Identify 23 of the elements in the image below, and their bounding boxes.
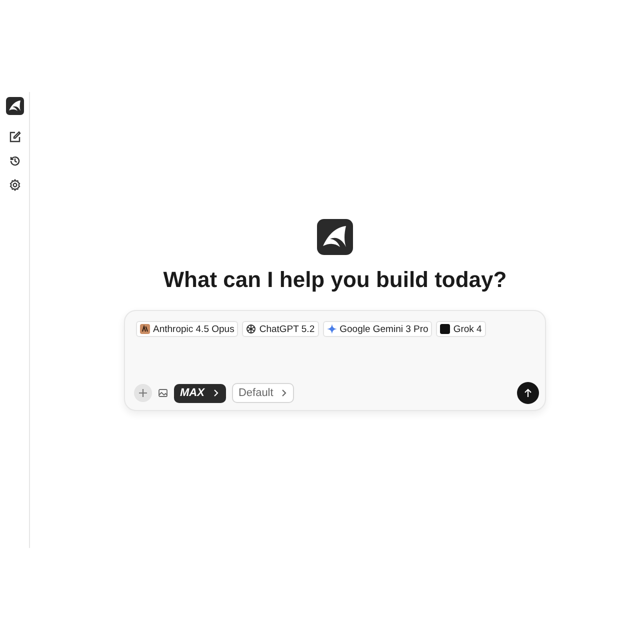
- chevron-icon: [213, 389, 220, 397]
- page-heading: What can I help you build today?: [163, 267, 507, 293]
- model-chip[interactable]: Anthropic 4.5 Opus: [136, 321, 238, 337]
- openai-icon: [246, 324, 256, 334]
- history-icon[interactable]: [8, 155, 20, 167]
- anthropic-icon: [140, 324, 150, 334]
- preset-button[interactable]: Default: [232, 383, 294, 403]
- send-button[interactable]: [517, 382, 539, 404]
- settings-icon[interactable]: [8, 179, 20, 191]
- model-chip[interactable]: Google Gemini 3 Pro: [322, 321, 432, 337]
- model-chip[interactable]: ChatGPT 5.2: [242, 321, 319, 337]
- app-logo-icon: [317, 219, 353, 255]
- image-icon[interactable]: [158, 388, 168, 398]
- sparkle-icon: [326, 324, 337, 334]
- plus-icon: [138, 388, 148, 398]
- new-chat-icon[interactable]: [8, 131, 20, 143]
- grok-icon: [440, 324, 450, 334]
- model-chip[interactable]: Grok 4: [436, 321, 486, 337]
- add-button[interactable]: [134, 384, 152, 402]
- app-logo-icon[interactable]: [6, 97, 24, 115]
- arrow-up-icon: [523, 388, 533, 398]
- chevron-icon: [281, 389, 288, 397]
- mode-button[interactable]: MAX: [174, 384, 226, 402]
